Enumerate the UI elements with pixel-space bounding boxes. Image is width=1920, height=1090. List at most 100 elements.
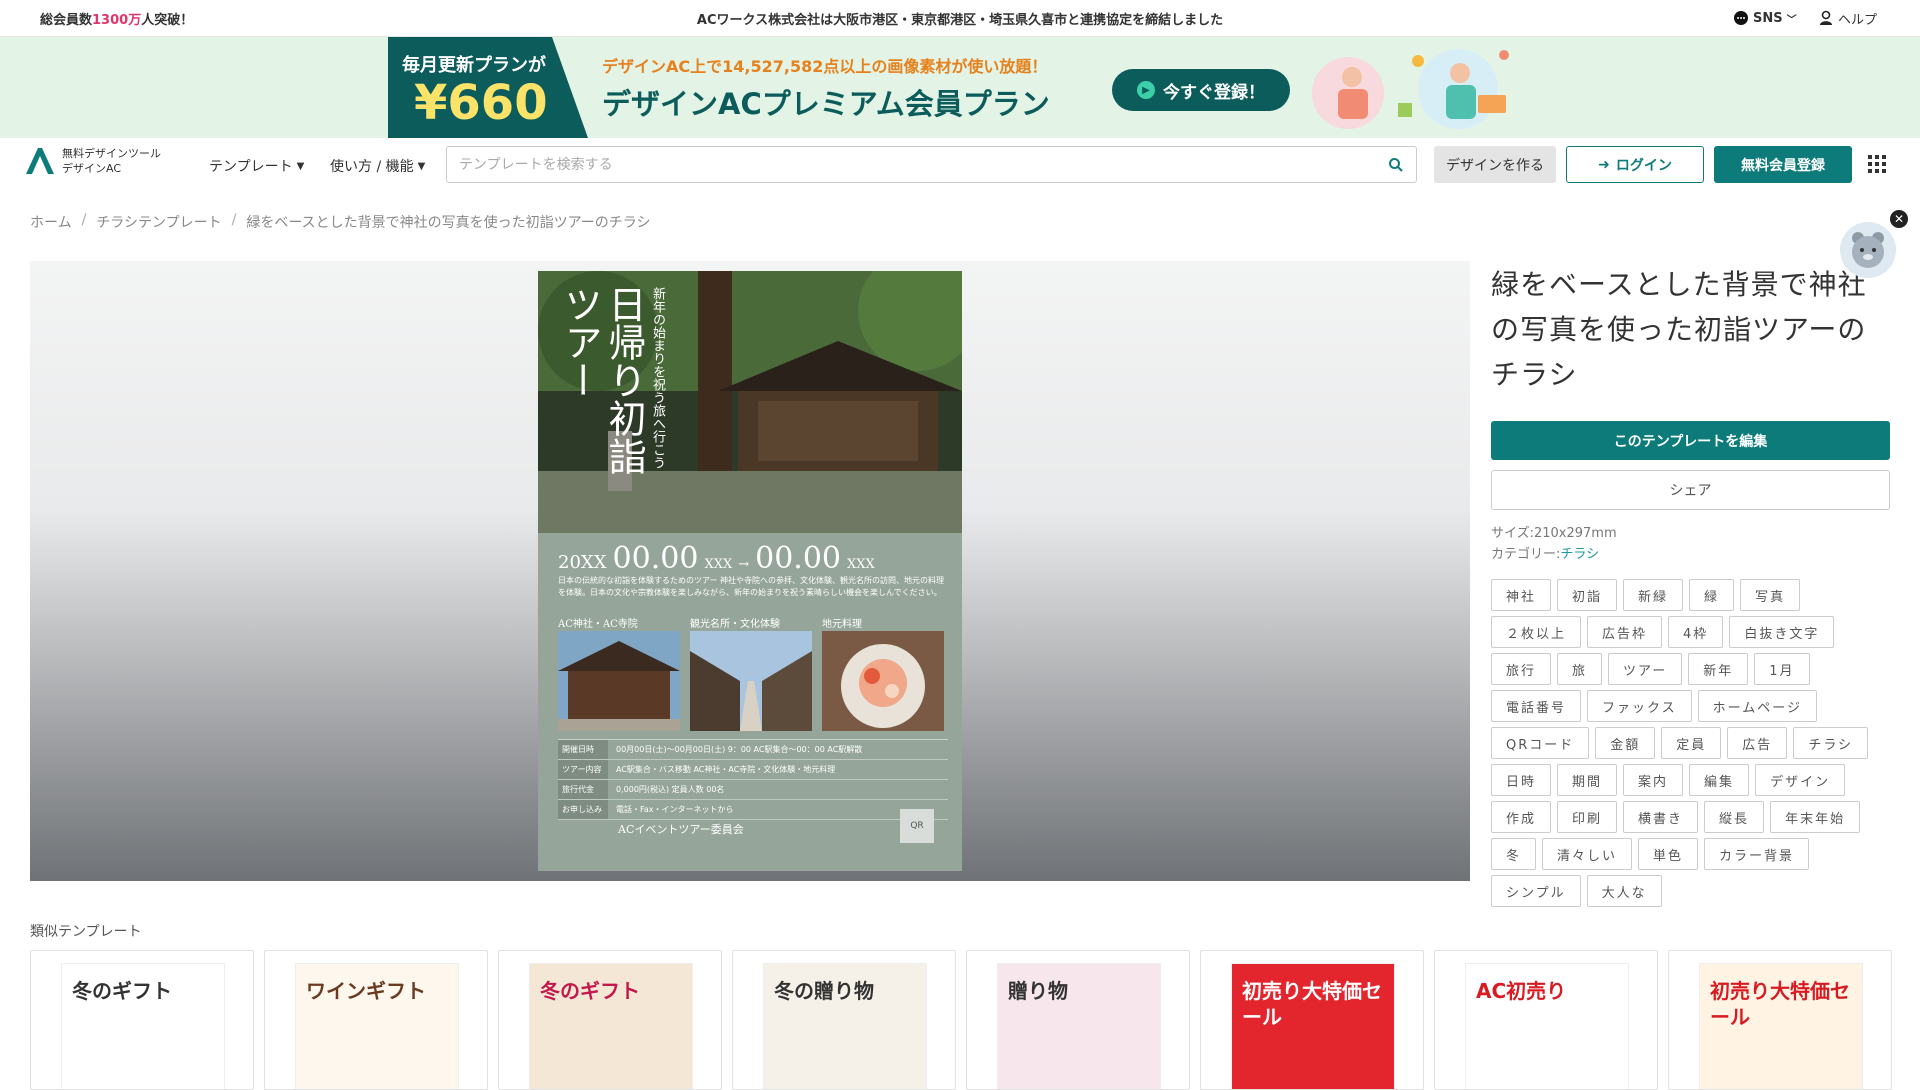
nav-howto[interactable]: 使い方 / 機能 ▼ (330, 156, 425, 176)
table-row: 開催日時 00月00日(土)〜00月00日(土) 9：00 AC駅集合〜00：00… (558, 740, 948, 760)
tag-chip[interactable]: デザイン (1755, 764, 1846, 796)
search-input[interactable] (459, 156, 1388, 173)
tag-chip[interactable]: 写真 (1740, 579, 1801, 611)
category-row: カテゴリー:チラシ (1491, 547, 1600, 562)
site-logo[interactable]: 無料デザインツール デザインAC (24, 146, 161, 176)
edit-template-button[interactable]: このテンプレートを編集 (1491, 421, 1890, 460)
similar-template-card[interactable]: ワインギフト (264, 950, 488, 1090)
tag-chip[interactable]: 緑 (1689, 579, 1735, 611)
breadcrumb-current: 緑をベースとした背景で神社の写真を使った初詣ツアーのチラシ (246, 215, 651, 231)
tag-chip[interactable]: 定員 (1661, 727, 1722, 759)
flyer-pic-label-1: AC神社・AC寺院 (558, 619, 638, 630)
top-bar: 総会員数1300万人突破！ ACワークス株式会社は大阪市港区・東京都港区・埼玉県… (0, 0, 1920, 37)
tag-chip[interactable]: 印刷 (1557, 801, 1618, 833)
user-icon (1820, 10, 1832, 25)
similar-templates-list: 冬のギフト ワインギフト 冬のギフト 冬の贈り物 贈り物 初売り大特価セール AC初売り 初売… (30, 950, 1892, 1090)
similar-template-card[interactable]: 贈り物 (966, 950, 1190, 1090)
template-thumbnail: 贈り物 (997, 963, 1161, 1089)
site-header: 無料デザインツール デザインAC テンプレート ▼ 使い方 / 機能 ▼ デザイ… (0, 138, 1920, 190)
search-icon[interactable] (1388, 157, 1404, 173)
people-illustration (1312, 49, 1509, 129)
plan-label: 毎月更新プランが (402, 55, 546, 76)
apps-grid-icon[interactable] (1868, 155, 1886, 173)
table-row: 旅行代金 0,000円(税込) 定員人数 00名 (558, 780, 948, 800)
template-thumbnail: AC初売り (1465, 963, 1629, 1089)
bear-icon (1852, 232, 1884, 268)
mascot-chat-widget[interactable] (1840, 222, 1896, 278)
tag-chip[interactable]: チラシ (1793, 727, 1869, 759)
signup-button[interactable]: 無料会員登録 (1714, 146, 1852, 183)
tag-chip[interactable]: 初詣 (1557, 579, 1618, 611)
qr-code: QR (900, 809, 934, 843)
tag-chip[interactable]: 冬 (1491, 838, 1537, 870)
similar-template-card[interactable]: AC初売り (1434, 950, 1658, 1090)
tag-chip[interactable]: ツアー (1608, 653, 1683, 685)
tag-chip[interactable]: シンプル (1491, 875, 1581, 907)
price-box: 毎月更新プランが ¥660 (388, 37, 588, 138)
flyer-organizer: ACイベントツアー委員会 (618, 823, 744, 836)
tag-chip[interactable]: 4枠 (1668, 616, 1724, 648)
news-link[interactable]: ACワークス株式会社は大阪市港区・東京都港区・埼玉県久喜市と連携協定を締結しまし… (697, 13, 1223, 28)
similar-template-card[interactable]: 冬の贈り物 (732, 950, 956, 1090)
tag-chip[interactable]: 新年 (1688, 653, 1749, 685)
login-button[interactable]: ➜ ログイン (1566, 146, 1704, 183)
flyer-preview[interactable]: 日帰り初詣ツアー 新年の始まりを祝う旅へ行こう 20XX 00.00 XXX →… (538, 271, 962, 871)
thumbnail-title: 贈り物 (1008, 979, 1068, 1003)
size-label: サイズ:210x297mm (1491, 526, 1617, 541)
tag-chip[interactable]: 日時 (1491, 764, 1552, 796)
close-icon[interactable]: ✕ (1890, 210, 1908, 228)
premium-banner[interactable]: 毎月更新プランが ¥660 デザインAC上で14,527,582点以上の画像素材… (0, 37, 1920, 138)
tag-chip[interactable]: 新緑 (1623, 579, 1684, 611)
template-thumbnail: 冬のギフト (61, 963, 225, 1089)
tag-chip[interactable]: ２枚以上 (1491, 616, 1582, 648)
tag-chip[interactable]: 期間 (1557, 764, 1618, 796)
table-row: ツアー内容 AC駅集合・バス移動 AC神社・AC寺院・文化体験・地元料理 (558, 760, 948, 780)
arrow-right-icon: ▶ (1137, 81, 1155, 99)
tag-chip[interactable]: 旅 (1557, 653, 1603, 685)
tag-chip[interactable]: 広告 (1727, 727, 1788, 759)
similar-template-card[interactable]: 初売り大特価セール (1200, 950, 1424, 1090)
help-link[interactable]: ヘルプ (1818, 9, 1877, 28)
register-now-button[interactable]: ▶ 今すぐ登録！ (1112, 69, 1290, 111)
tag-chip[interactable]: 白抜き文字 (1729, 616, 1835, 648)
tag-chip[interactable]: 1月 (1754, 653, 1810, 685)
tag-chip[interactable]: 旅行 (1491, 653, 1552, 685)
street-photo (690, 631, 812, 731)
tag-chip[interactable]: 年末年始 (1770, 801, 1861, 833)
similar-template-card[interactable]: 冬のギフト (30, 950, 254, 1090)
breadcrumb-home[interactable]: ホーム (30, 212, 72, 232)
template-thumbnail: 冬のギフト (529, 963, 693, 1089)
tag-chip[interactable]: 清々しい (1542, 838, 1633, 870)
template-meta: サイズ:210x297mm カテゴリー:チラシ (1491, 523, 1617, 565)
create-design-button[interactable]: デザインを作る (1434, 146, 1556, 183)
flyer-description: 日本の伝統的な初詣を体験するためのツアー 神社や寺院への参拝、文化体験、観光名所… (558, 576, 945, 597)
tag-chip[interactable]: QRコード (1491, 727, 1590, 759)
tag-chip[interactable]: 神社 (1491, 579, 1552, 611)
flyer-title: 日帰り初詣ツアー (558, 285, 646, 475)
tag-chip[interactable]: 金額 (1595, 727, 1656, 759)
tag-chip[interactable]: ホームページ (1697, 690, 1817, 722)
thumbnail-title: AC初売り (1476, 979, 1567, 1003)
similar-template-card[interactable]: 初売り大特価セール (1668, 950, 1892, 1090)
price-label: ¥660 (414, 75, 548, 131)
tag-chip[interactable]: 横書き (1623, 801, 1699, 833)
nav-templates[interactable]: テンプレート ▼ (209, 156, 304, 176)
breadcrumb-category[interactable]: チラシテンプレート (96, 212, 221, 232)
tag-chip[interactable]: 広告枠 (1587, 616, 1663, 648)
similar-template-card[interactable]: 冬のギフト (498, 950, 722, 1090)
tag-chip[interactable]: 案内 (1623, 764, 1684, 796)
tag-chip[interactable]: ファックス (1587, 690, 1692, 722)
category-link[interactable]: チラシ (1560, 547, 1599, 562)
tag-chip[interactable]: 縦長 (1704, 801, 1765, 833)
food-photo (822, 631, 944, 731)
template-thumbnail: 初売り大特価セール (1699, 963, 1863, 1089)
share-button[interactable]: シェア (1491, 470, 1890, 510)
tag-chip[interactable]: 単色 (1638, 838, 1699, 870)
tag-chip[interactable]: 作成 (1491, 801, 1552, 833)
tag-chip[interactable]: 大人な (1586, 875, 1662, 907)
sns-menu[interactable]: SNS ﹀ (1733, 10, 1797, 26)
tag-chip[interactable]: 電話番号 (1491, 690, 1582, 722)
tag-chip[interactable]: カラー背景 (1704, 838, 1810, 870)
flyer-pic-label-2: 観光名所・文化体験 (690, 619, 780, 630)
tag-chip[interactable]: 編集 (1689, 764, 1750, 796)
